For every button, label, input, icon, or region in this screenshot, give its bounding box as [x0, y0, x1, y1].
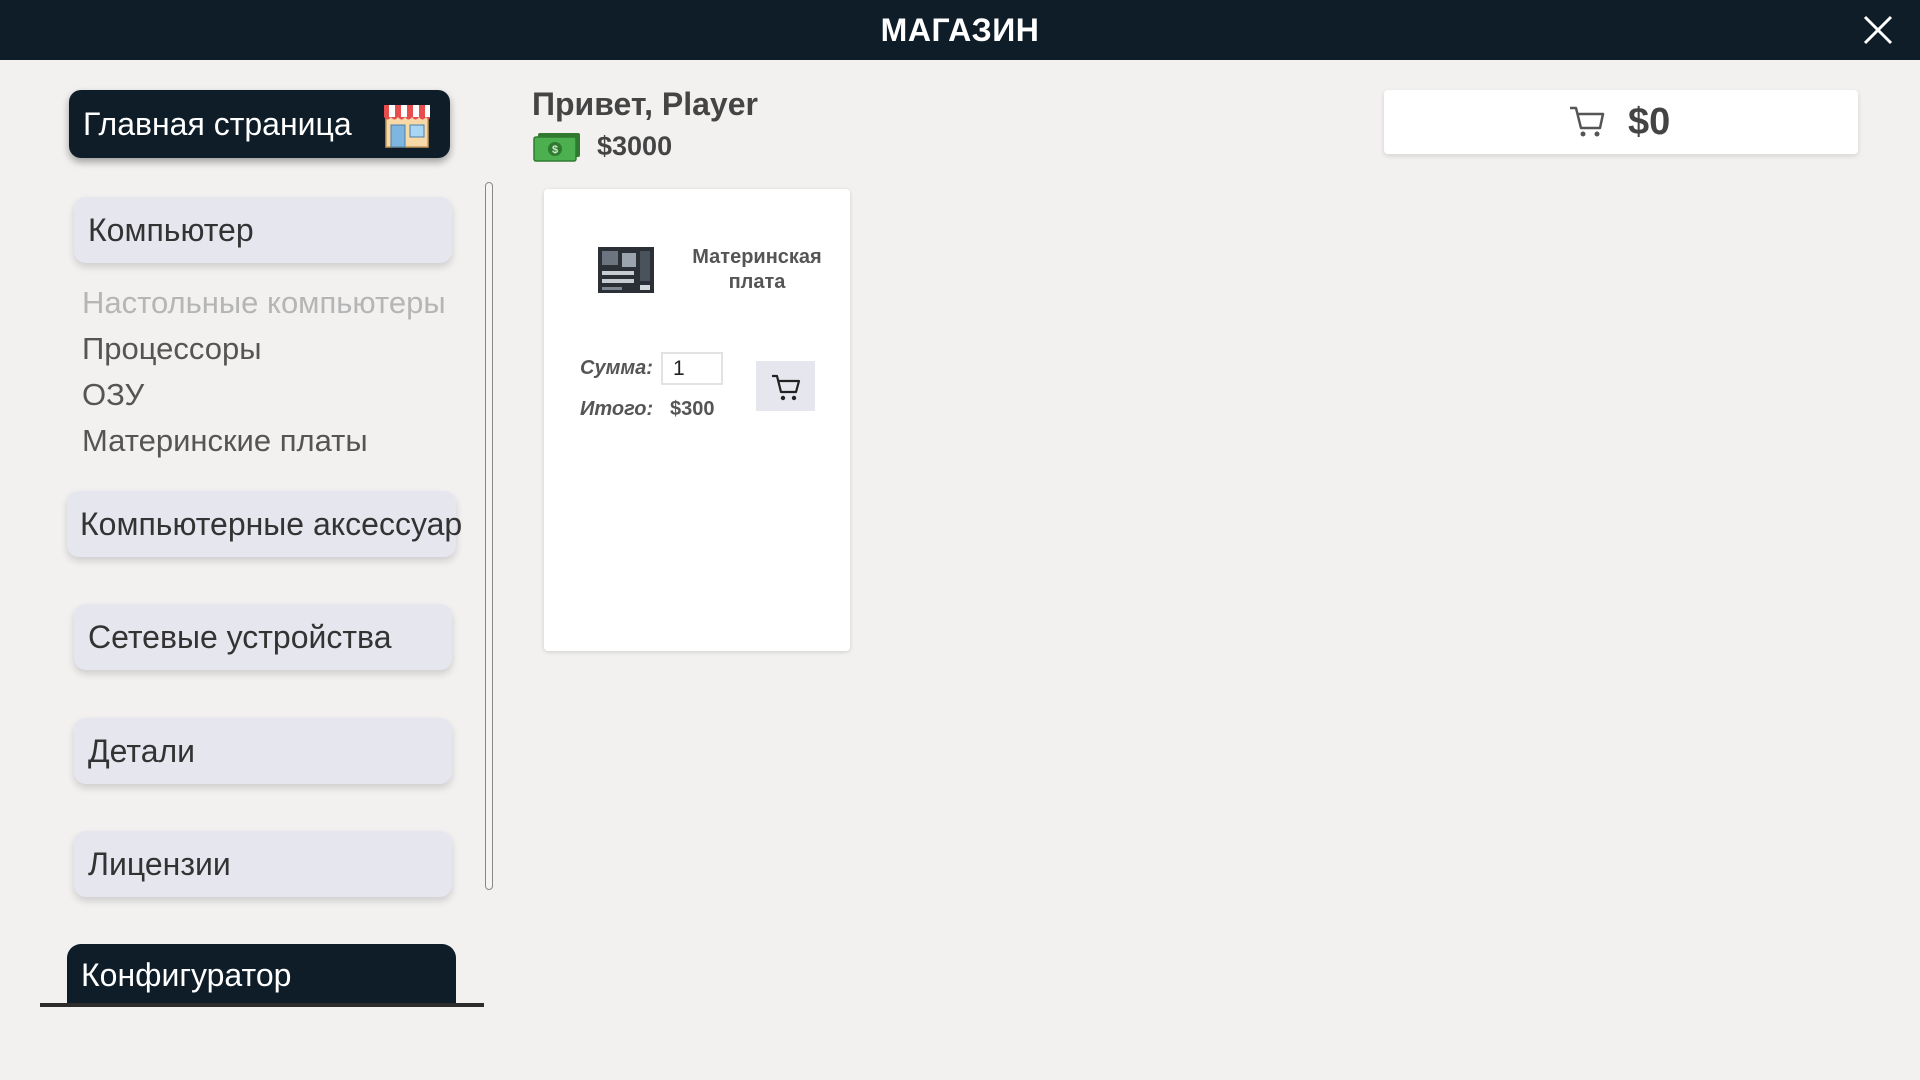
subcategory-desktops[interactable]: Настольные компьютеры — [82, 280, 446, 326]
total-value: $300 — [670, 398, 715, 420]
shop-icon — [380, 97, 434, 151]
category-licenses[interactable]: Лицензии — [74, 831, 452, 897]
cart-icon — [772, 374, 801, 401]
sidebar-scrollbar[interactable] — [485, 182, 493, 890]
cart-icon — [1568, 102, 1606, 140]
add-to-cart-button[interactable] — [756, 361, 815, 411]
quantity-input[interactable] — [661, 352, 723, 385]
category-computer-accessories[interactable]: Компьютерные аксессуар — [67, 491, 462, 557]
subcategory-processors[interactable]: Процессоры — [82, 326, 446, 372]
category-label: Лицензии — [88, 846, 231, 882]
configurator-button[interactable]: Конфигуратор — [67, 944, 456, 1006]
category-computer[interactable]: Компьютер — [74, 197, 452, 263]
quantity-label: Сумма: — [580, 357, 653, 379]
subcategory-motherboards[interactable]: Материнские платы — [82, 418, 446, 464]
home-page-button[interactable]: Главная страница — [69, 90, 450, 158]
greeting: Привет, Player — [532, 86, 758, 122]
product-name: Материнская плата — [692, 246, 822, 293]
category-label: Компьютерные аксессуар — [80, 506, 463, 542]
total-label: Итого: — [580, 398, 654, 420]
category-network-devices[interactable]: Сетевые устройства — [74, 604, 452, 670]
money-icon: $ — [532, 131, 582, 163]
category-label: Сетевые устройства — [88, 619, 392, 655]
cart-total: $0 — [1628, 101, 1671, 143]
balance: $3000 — [597, 131, 673, 161]
close-icon[interactable] — [1862, 14, 1894, 46]
subcategory-list: Настольные компьютеры Процессоры ОЗУ Мат… — [82, 280, 446, 464]
home-page-label: Главная страница — [83, 106, 352, 142]
category-parts[interactable]: Детали — [74, 718, 452, 784]
category-label: Детали — [88, 733, 196, 769]
subcategory-ram[interactable]: ОЗУ — [82, 372, 446, 418]
category-label: Компьютер — [88, 212, 254, 248]
motherboard-image — [594, 243, 658, 297]
configurator-label: Конфигуратор — [81, 957, 292, 993]
svg-text:$: $ — [552, 144, 558, 156]
divider — [40, 1003, 484, 1007]
product-card: Материнская плата Сумма: Итого: $300 — [544, 189, 850, 651]
title-bar: МАГАЗИН — [0, 0, 1920, 60]
cart-button[interactable]: $0 — [1384, 90, 1858, 154]
window-title: МАГАЗИН — [880, 12, 1040, 48]
